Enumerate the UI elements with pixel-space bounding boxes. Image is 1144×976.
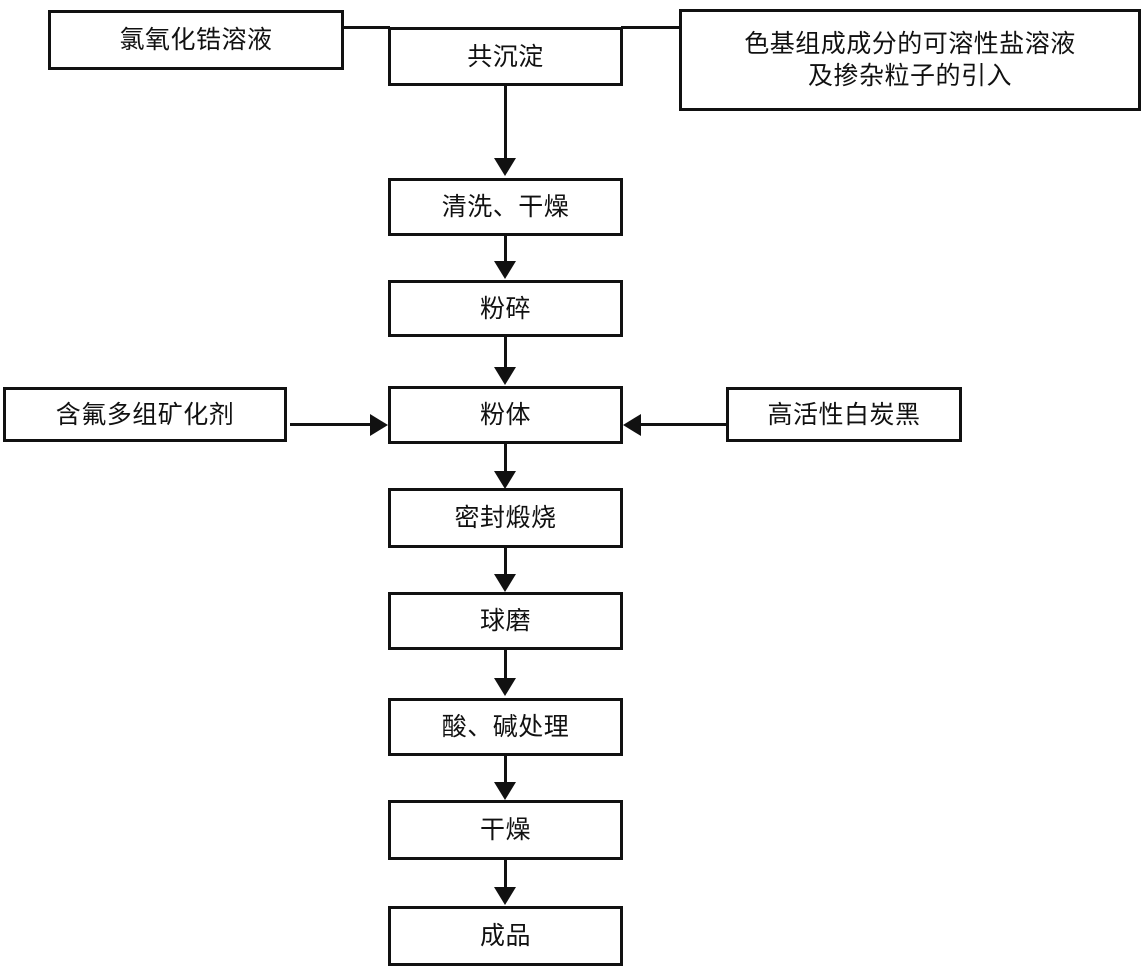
node-zirconium-oxychloride-solution[interactable]: 氯氧化锆溶液 <box>48 10 344 70</box>
connector-drying-to-finishedproduct <box>504 860 507 890</box>
arrowhead-acidalkali-to-drying <box>494 782 516 800</box>
connector-carbonblack-to-powder <box>641 423 727 426</box>
node-crush[interactable]: 粉碎 <box>388 280 623 337</box>
connector-crush-to-powder <box>504 337 507 369</box>
arrowhead-calcination-to-ballmilling <box>494 574 516 592</box>
node-drying[interactable]: 干燥 <box>388 800 623 860</box>
flowchart-canvas: 氯氧化锆溶液 共沉淀 色基组成成分的可溶性盐溶液 及掺杂粒子的引入 清洗、干燥 … <box>0 0 1144 976</box>
node-sealed-calcination[interactable]: 密封煅烧 <box>388 488 623 548</box>
node-finished-product[interactable]: 成品 <box>388 906 623 966</box>
connector-ballmilling-to-acidalkali <box>504 650 507 679</box>
node-high-activity-white-carbon-black[interactable]: 高活性白炭黑 <box>726 387 962 442</box>
arrowhead-ballmilling-to-acidalkali <box>494 678 516 696</box>
connector-washdry-to-crush <box>504 236 507 264</box>
node-wash-dry[interactable]: 清洗、干燥 <box>388 178 623 236</box>
connector-powder-to-calcination <box>504 444 507 474</box>
connector-zirconium-to-coprecipitation <box>344 26 390 29</box>
connector-coprecipitation-to-washdry <box>504 86 507 162</box>
connector-calcination-to-ballmilling <box>504 548 507 576</box>
connector-mineralizer-to-powder <box>290 423 372 426</box>
node-soluble-salt-and-doping-particles[interactable]: 色基组成成分的可溶性盐溶液 及掺杂粒子的引入 <box>679 9 1141 111</box>
connector-acidalkali-to-drying <box>504 756 507 784</box>
node-acid-alkali-treatment[interactable]: 酸、碱处理 <box>388 698 623 756</box>
arrowhead-coprecipitation-to-washdry <box>494 158 516 176</box>
node-coprecipitation[interactable]: 共沉淀 <box>388 27 623 86</box>
node-powder[interactable]: 粉体 <box>388 386 623 444</box>
arrowhead-washdry-to-crush <box>494 261 516 279</box>
connector-saltsolution-to-coprecipitation <box>621 26 681 29</box>
arrowhead-drying-to-finishedproduct <box>494 887 516 905</box>
node-fluorine-mineralizer[interactable]: 含氟多组矿化剂 <box>3 387 287 442</box>
node-ball-milling[interactable]: 球磨 <box>388 592 623 650</box>
arrowhead-mineralizer-to-powder <box>370 414 388 436</box>
arrowhead-carbonblack-to-powder <box>623 414 641 436</box>
arrowhead-crush-to-powder <box>494 367 516 385</box>
arrowhead-powder-to-calcination <box>494 471 516 489</box>
